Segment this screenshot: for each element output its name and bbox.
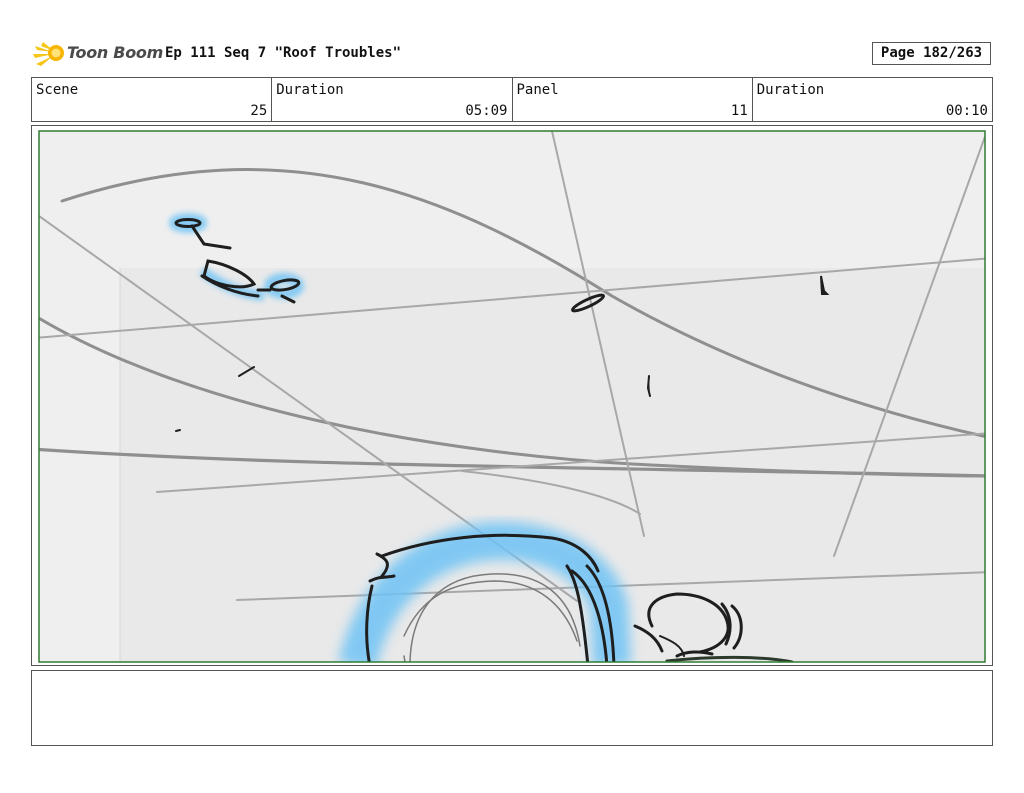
panel-cell: Panel 11 — [513, 78, 753, 121]
duration-label: Duration — [276, 82, 344, 98]
panel-label: Panel — [516, 82, 559, 98]
scene-cell: Scene 25 — [32, 78, 273, 121]
panel-duration-label: Duration — [756, 82, 825, 98]
page-number: Page 182/263 — [872, 42, 991, 65]
notes-box — [31, 670, 993, 746]
duration-cell: Duration 05:09 — [272, 78, 513, 121]
panel-value: 11 — [730, 103, 748, 119]
starburst-icon — [33, 42, 64, 66]
panel-duration-cell: Duration 00:10 — [753, 78, 992, 121]
info-row: Scene 25 Duration 05:09 Panel 11 Duratio… — [31, 77, 993, 122]
episode-title: Ep 111 Seq 7 "Roof Troubles" — [165, 45, 402, 61]
storyboard-panel — [31, 125, 993, 666]
scene-label: Scene — [36, 82, 79, 98]
scene-value: 25 — [250, 103, 268, 119]
panel-duration-value: 00:10 — [945, 103, 988, 119]
panel-sketch — [38, 130, 986, 663]
logo-text: Toon Boom — [67, 43, 163, 62]
duration-value: 05:09 — [465, 103, 508, 119]
toon-boom-logo: Toon Boom — [33, 38, 163, 70]
